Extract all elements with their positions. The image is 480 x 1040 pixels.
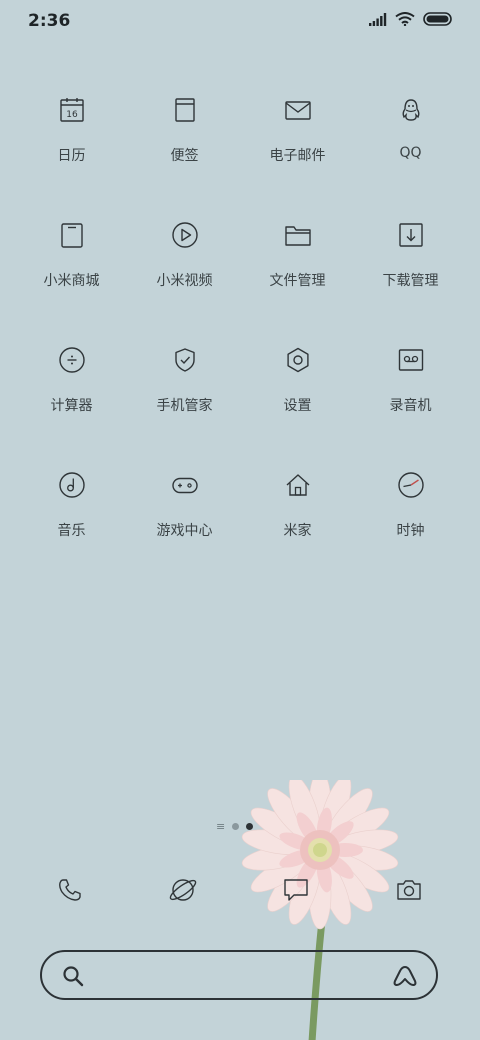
app-label: 小米商城 [43, 273, 100, 289]
app-label: 米家 [283, 523, 312, 539]
search-bar[interactable] [40, 950, 438, 1000]
app-qq[interactable]: QQ [354, 95, 467, 176]
battery-icon [423, 12, 452, 26]
app-music[interactable]: 音乐 [15, 470, 128, 551]
app-security[interactable]: 手机管家 [128, 345, 241, 426]
page-dot [232, 823, 240, 830]
menu-lines-icon: ≡ [216, 820, 226, 833]
app-label: 便签 [170, 148, 199, 164]
app-label: 时钟 [396, 523, 425, 539]
app-settings[interactable]: 设置 [241, 345, 354, 426]
dock-messages[interactable] [239, 870, 352, 910]
app-mi-video[interactable]: 小米视频 [128, 220, 241, 301]
download-icon [396, 220, 426, 250]
app-mi-home[interactable]: 米家 [241, 470, 354, 551]
wifi-icon [395, 12, 415, 26]
app-label: 设置 [283, 398, 312, 414]
app-label: 文件管理 [269, 273, 326, 289]
calendar-date: 16 [66, 110, 78, 120]
app-calendar[interactable]: 16 日历 [15, 95, 128, 176]
app-recorder[interactable]: 录音机 [354, 345, 467, 426]
app-mi-mall[interactable]: 小米商城 [15, 220, 128, 301]
qq-penguin-icon [396, 95, 426, 125]
search-icon[interactable] [62, 965, 84, 987]
wallpaper-flower [241, 780, 399, 1040]
page-indicator[interactable]: ≡ [216, 820, 254, 833]
voice-assistant-icon[interactable] [392, 964, 418, 988]
app-game-center[interactable]: 游戏中心 [128, 470, 241, 551]
app-clock[interactable]: 时钟 [354, 470, 467, 551]
page-dot-active [246, 823, 254, 830]
recorder-icon [396, 345, 426, 375]
notes-icon [170, 95, 200, 125]
play-icon [170, 220, 200, 250]
music-icon [57, 470, 87, 500]
app-label: 录音机 [389, 398, 432, 414]
app-downloads[interactable]: 下载管理 [354, 220, 467, 301]
dock-browser[interactable] [126, 870, 239, 910]
signal-icon [369, 12, 387, 26]
app-label: 游戏中心 [156, 523, 213, 539]
app-label: 手机管家 [156, 398, 213, 414]
calculator-icon [57, 345, 87, 375]
app-label: QQ [399, 145, 422, 161]
browser-planet-icon [169, 879, 196, 901]
app-label: 日历 [57, 148, 86, 164]
app-label: 电子邮件 [269, 148, 326, 164]
app-label: 音乐 [57, 523, 86, 539]
folder-icon [283, 220, 313, 250]
app-label: 小米视频 [156, 273, 213, 289]
calendar-icon: 16 [57, 95, 87, 125]
message-icon [283, 879, 308, 901]
mall-icon [57, 220, 87, 250]
dock-camera[interactable] [352, 870, 465, 910]
status-time: 2:36 [28, 11, 71, 31]
app-label: 计算器 [50, 398, 93, 414]
status-icons [369, 12, 453, 26]
shield-icon [170, 345, 200, 375]
app-label: 下载管理 [382, 273, 439, 289]
home-icon [283, 470, 313, 500]
app-notes[interactable]: 便签 [128, 95, 241, 176]
status-bar: 2:36 [0, 0, 480, 40]
dock [13, 870, 467, 910]
app-grid: 16 日历 便签 电子邮件 QQ 小米商城 小米视频 文件管理 下载管理 计算器… [15, 95, 467, 551]
app-file-manager[interactable]: 文件管理 [241, 220, 354, 301]
camera-icon [396, 880, 421, 900]
clock-icon [396, 470, 426, 500]
app-calculator[interactable]: 计算器 [15, 345, 128, 426]
mail-icon [283, 95, 313, 125]
dock-phone[interactable] [13, 870, 126, 910]
gamepad-icon [170, 470, 200, 500]
phone-icon [58, 879, 81, 901]
app-email[interactable]: 电子邮件 [241, 95, 354, 176]
gear-icon [283, 345, 313, 375]
